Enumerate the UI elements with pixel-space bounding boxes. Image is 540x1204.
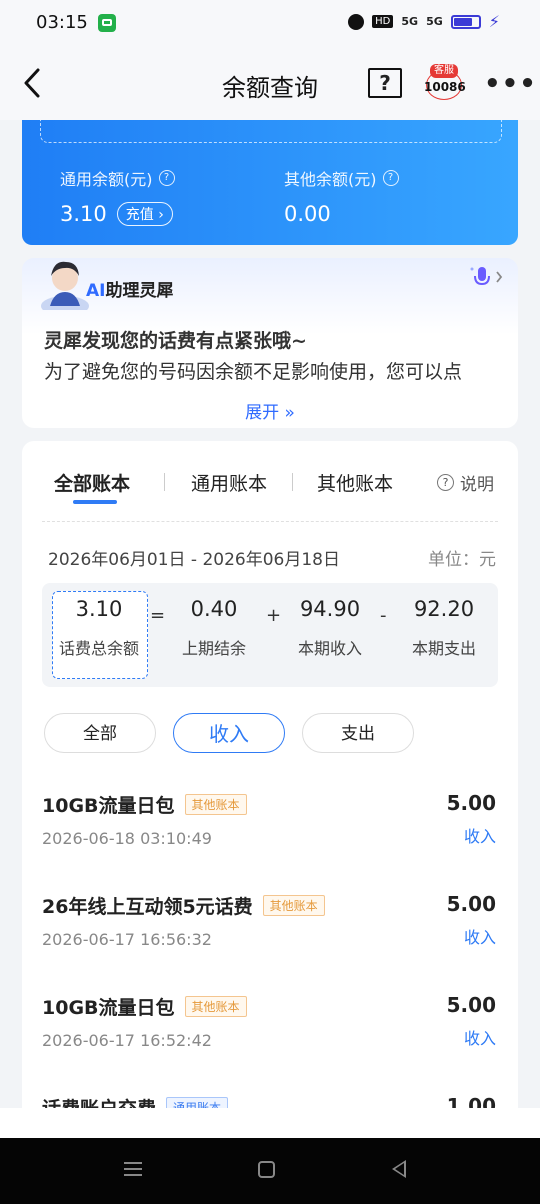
assistant-message-title: 灵犀发现您的话费有点紧张哦~	[44, 330, 307, 352]
transaction-type: 收入	[463, 827, 496, 846]
bottom-spacer	[0, 1108, 540, 1138]
assistant-message-body: 为了避免您的号码因余额不足影响使用，您可以点	[44, 361, 463, 383]
transaction-time: 2026-06-17 16:56:32	[42, 930, 212, 949]
signal-icon: 5G	[426, 15, 443, 28]
transaction-row[interactable]: 10GB流量日包 其他账本 2026-06-17 16:52:42 5.00 收入	[22, 993, 518, 1083]
active-tab-indicator	[73, 500, 117, 504]
message-app-icon	[98, 14, 116, 32]
summary-total: 3.10 话费总余额	[58, 597, 139, 658]
more-icon[interactable]: •••	[484, 71, 537, 97]
transaction-row[interactable]: 10GB流量日包 其他账本 2026-06-18 03:10:49 5.00 收入	[22, 791, 518, 881]
operator-equals: =	[150, 605, 166, 626]
voice-mic-icon[interactable]	[466, 264, 506, 290]
hd-icon: HD	[372, 15, 394, 28]
help-icon: ?	[437, 474, 454, 491]
balance-card: 通用余额(元)? 3.10 充值 › 其他余额(元)? 0.00	[22, 120, 518, 245]
ai-assistant-card[interactable]: AI助理灵犀 灵犀发现您的话费有点紧张哦~ 为了避免您的号码因余额不足影响使用，…	[22, 258, 518, 428]
tab-general-account[interactable]: 通用账本	[191, 469, 267, 496]
transaction-title: 10GB流量日包	[42, 795, 175, 817]
divider	[42, 521, 498, 522]
chevron-down-icon: »	[284, 403, 295, 423]
general-balance-value: 3.10	[60, 202, 107, 226]
customer-service-button[interactable]: 客服 10086	[424, 64, 466, 104]
transaction-type: 收入	[463, 928, 496, 947]
transaction-time: 2026-06-17 16:52:42	[42, 1031, 212, 1050]
summary-expense: 92.20 本期支出	[411, 597, 476, 658]
service-number: 10086	[424, 80, 466, 94]
operator-plus: +	[266, 605, 282, 626]
system-nav-bar	[0, 1138, 540, 1204]
transaction-title: 10GB流量日包	[42, 997, 175, 1019]
tab-divider	[292, 473, 293, 491]
filter-all-button[interactable]: 全部	[44, 713, 156, 753]
account-tag: 其他账本	[184, 794, 247, 815]
general-balance: 通用余额(元)? 3.10 充值 ›	[60, 166, 175, 226]
assistant-name: AI助理灵犀	[86, 281, 174, 301]
alarm-icon	[348, 13, 365, 30]
charging-icon: ⚡	[488, 12, 500, 31]
transaction-amount: 5.00	[446, 993, 496, 1017]
transaction-title: 26年线上互动领5元话费	[42, 896, 253, 918]
service-badge: 客服	[430, 64, 458, 78]
battery-icon	[450, 14, 481, 29]
account-card: 全部账本 通用账本 其他账本 ? 说明 2026年06月01日 - 2026年06…	[22, 441, 518, 1141]
other-balance-label: 其他余额(元)	[284, 170, 377, 189]
total-balance-box	[40, 120, 502, 143]
nav-bar: 余额查询 ? 客服 10086 •••	[0, 48, 540, 120]
general-balance-label: 通用余额(元)	[60, 170, 153, 189]
transaction-type: 收入	[463, 1029, 496, 1048]
help-icon[interactable]: ?	[382, 170, 399, 186]
explain-button[interactable]: ? 说明	[437, 470, 494, 495]
other-balance-value: 0.00	[284, 202, 331, 226]
transaction-row[interactable]: 26年线上互动领5元话费 其他账本 2026-06-17 16:56:32 5.0…	[22, 892, 518, 982]
status-time: 03:15	[36, 12, 88, 33]
other-balance: 其他余额(元)? 0.00	[284, 166, 399, 226]
status-icons: HD 5G 5G ⚡	[348, 12, 500, 31]
status-bar: 03:15 HD 5G 5G ⚡	[0, 0, 540, 48]
help-icon[interactable]: ?	[158, 170, 175, 186]
help-icon[interactable]: ?	[368, 68, 402, 98]
transaction-amount: 5.00	[446, 892, 496, 916]
account-tag: 其他账本	[184, 996, 247, 1017]
tab-other-account[interactable]: 其他账本	[317, 469, 393, 496]
tab-all-accounts[interactable]: 全部账本	[54, 469, 130, 496]
unit-label: 单位：元	[428, 550, 496, 570]
filter-income-button[interactable]: 收入	[173, 713, 285, 753]
summary-previous: 0.40 上期结余	[181, 597, 246, 658]
home-icon[interactable]	[258, 1161, 275, 1178]
expand-button[interactable]: 展开 »	[22, 398, 518, 423]
tab-divider	[164, 473, 165, 491]
recent-apps-icon[interactable]	[124, 1162, 142, 1176]
date-range[interactable]: 2026年06月01日 - 2026年06月18日	[48, 545, 340, 570]
filter-expense-button[interactable]: 支出	[302, 713, 414, 753]
transaction-amount: 5.00	[446, 791, 496, 815]
signal-icon: 5G	[401, 15, 419, 28]
back-nav-icon[interactable]	[392, 1160, 406, 1178]
balance-summary: 3.10 话费总余额 = 0.40 上期结余 + 94.90 本期收入 - 92…	[42, 583, 498, 687]
operator-minus: -	[380, 605, 387, 626]
account-tag: 其他账本	[262, 895, 325, 916]
recharge-button[interactable]: 充值 ›	[116, 202, 173, 226]
transaction-time: 2026-06-18 03:10:49	[42, 829, 212, 848]
summary-income: 94.90 本期收入	[297, 597, 362, 658]
